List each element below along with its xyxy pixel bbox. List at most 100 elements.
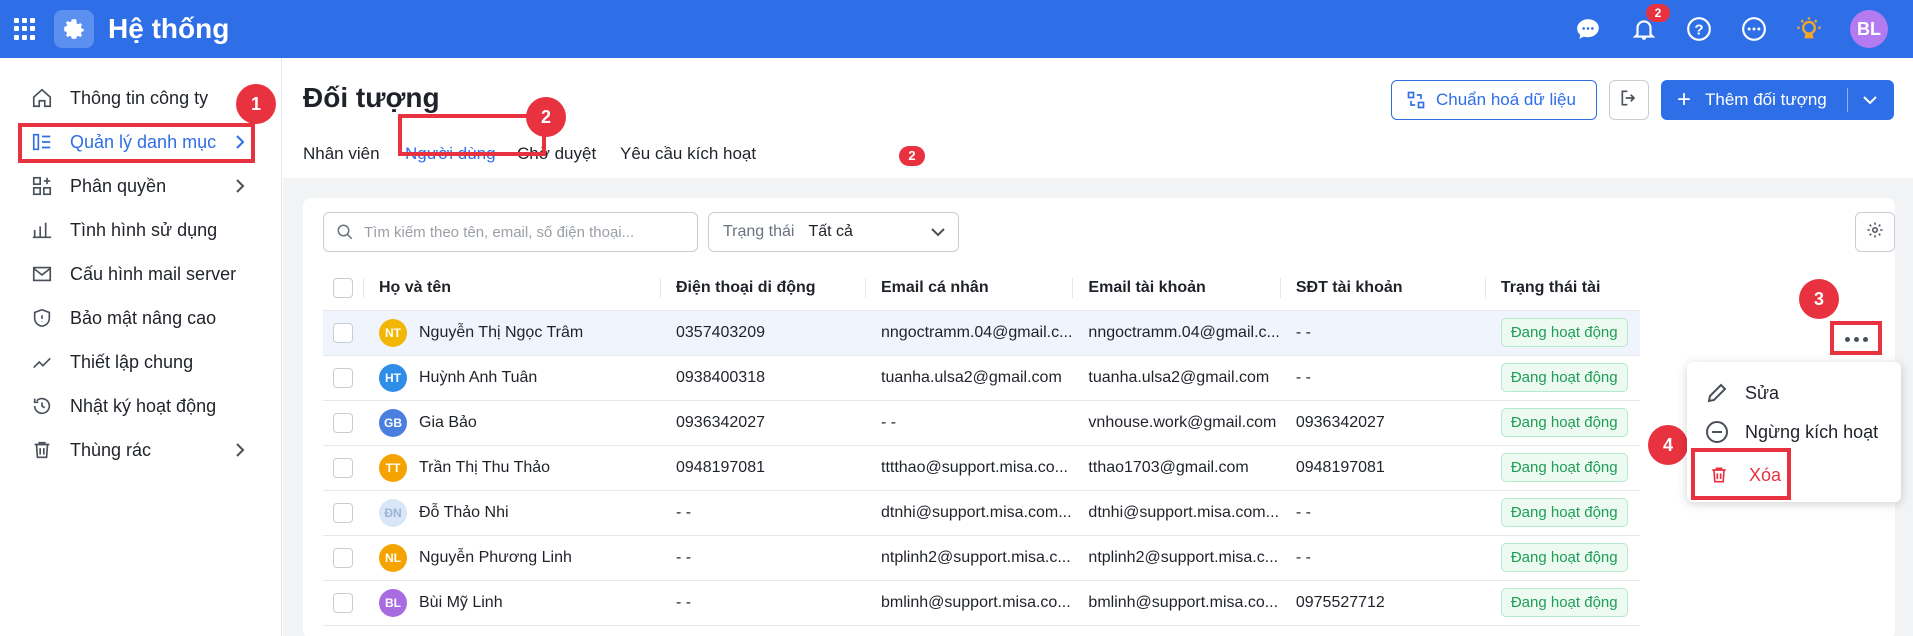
table-row[interactable]: ĐN Đỗ Thảo Nhi - - dtnhi@support.misa.com..… (323, 490, 1640, 536)
column-header-account-phone: SĐT tài khoản (1279, 266, 1485, 311)
svg-text:?: ? (1694, 21, 1703, 38)
user-avatar[interactable]: BL (1850, 10, 1888, 48)
personal-email-cell: dtnhi@support.misa.com... (865, 490, 1073, 536)
sidebar-item-usage[interactable]: Tình hình sử dụng (18, 212, 258, 248)
sidebar-item-trash[interactable]: Thùng rác (18, 432, 258, 468)
logout-icon (1619, 88, 1639, 113)
chevron-down-icon (930, 225, 946, 244)
sidebar-item-mail-server[interactable]: Cấu hình mail server (18, 256, 258, 292)
app-grid-icon[interactable] (14, 18, 36, 40)
tab-employees[interactable]: Nhân viên (303, 144, 380, 164)
account-phone-cell: 0948197081 (1279, 445, 1485, 491)
sidebar-item-security[interactable]: Bảo mật nâng cao (18, 300, 258, 336)
column-header-name: Họ và tên (363, 266, 660, 311)
highlight-box-delete (1691, 448, 1791, 500)
personal-email-cell: nngoctramm.04@gmail.c... (865, 310, 1073, 356)
sidebar-item-activity-log[interactable]: Nhật ký hoạt động (18, 388, 258, 424)
mobile-cell: - - (660, 580, 865, 626)
search-input[interactable]: Tìm kiếm theo tên, email, số điện thoại.… (323, 212, 698, 252)
mobile-cell: 0938400318 (660, 355, 865, 401)
sidebar-item-permission[interactable]: Phân quyền (18, 168, 258, 204)
row-checkbox[interactable] (333, 457, 353, 478)
account-email-cell: tthao1703@gmail.com (1072, 445, 1280, 491)
sidebar-item-label: Phân quyền (70, 175, 167, 196)
sidebar-item-company-info[interactable]: Thông tin công ty (18, 80, 258, 116)
row-checkbox[interactable] (333, 592, 353, 613)
row-checkbox[interactable] (333, 502, 353, 523)
table-row[interactable]: BL Bùi Mỹ Linh - - bmlinh@support.misa.co..… (323, 580, 1640, 626)
account-email-cell: bmlinh@support.misa.co... (1072, 580, 1280, 626)
name-cell: HT Huỳnh Anh Tuân (363, 355, 660, 401)
status-badge: Đang hoạt động (1500, 408, 1628, 437)
sidebar-item-label: Tình hình sử dụng (70, 219, 218, 240)
account-phone-cell: - - (1279, 535, 1485, 581)
select-all-checkbox[interactable] (333, 277, 353, 298)
chat-icon[interactable] (1574, 15, 1602, 43)
table-row[interactable]: TT Trần Thị Thu Thảo 0948197081 tttthao@sup… (323, 445, 1640, 491)
tab-activation-requests[interactable]: Yêu cầu kích hoạt (620, 144, 756, 164)
notification-badge: 2 (1646, 4, 1670, 22)
avatar: GB (379, 408, 407, 437)
shield-icon (30, 306, 54, 330)
idea-icon[interactable] (1795, 15, 1823, 43)
normalize-data-button[interactable]: Chuẩn hoá dữ liệu (1391, 80, 1597, 120)
sidebar-item-label: Thông tin công ty (70, 87, 209, 108)
menu-item-edit[interactable]: Sửa (1705, 378, 1779, 408)
user-name: Nguyễn Thị Ngọc Trâm (419, 323, 584, 341)
personal-email-cell: bmlinh@support.misa.co... (865, 580, 1073, 626)
table-row[interactable]: HT Huỳnh Anh Tuân 0938400318 tuanha.ulsa2@g… (323, 355, 1640, 401)
column-header-status: Trạng thái tài (1484, 266, 1640, 311)
row-select-cell (323, 310, 363, 356)
step-marker-4: 4 (1648, 425, 1688, 465)
table-row[interactable]: NT Nguyễn Thị Ngọc Trâm 0357403209 nngoctra… (323, 310, 1640, 356)
table-settings-button[interactable] (1855, 212, 1895, 252)
select-all-header (323, 266, 363, 311)
exit-button[interactable] (1609, 80, 1649, 120)
activation-requests-badge: 2 (899, 146, 925, 166)
name-cell: ĐN Đỗ Thảo Nhi (363, 490, 660, 536)
user-name: Huỳnh Anh Tuân (419, 368, 538, 386)
table-row[interactable]: NL Nguyễn Phương Linh - - ntplinh2@support.… (323, 535, 1640, 581)
account-email-cell: ntplinh2@support.misa.c... (1072, 535, 1280, 581)
sidebar-item-general-settings[interactable]: Thiết lập chung (18, 344, 258, 380)
row-checkbox[interactable] (333, 412, 353, 433)
row-select-cell (323, 400, 363, 446)
status-cell: Đang hoạt động (1484, 355, 1640, 401)
sidebar-item-label: Cấu hình mail server (70, 263, 237, 284)
status-cell: Đang hoạt động (1484, 580, 1640, 626)
status-cell: Đang hoạt động (1484, 490, 1640, 536)
account-email-cell: dtnhi@support.misa.com... (1072, 490, 1280, 536)
menu-item-label: Sửa (1745, 382, 1780, 403)
help-icon[interactable]: ? (1685, 15, 1713, 43)
chevron-down-icon[interactable] (1861, 92, 1879, 113)
status-cell: Đang hoạt động (1484, 445, 1640, 491)
status-badge: Đang hoạt động (1500, 453, 1628, 482)
row-checkbox[interactable] (333, 547, 353, 568)
mail-icon (30, 262, 54, 286)
account-phone-cell: 0936342027 (1279, 400, 1485, 446)
status-badge: Đang hoạt động (1500, 588, 1628, 617)
account-phone-cell: - - (1279, 490, 1485, 536)
menu-item-deactivate[interactable]: Ngừng kích hoạt (1705, 417, 1878, 447)
row-select-cell (323, 535, 363, 581)
usage-chart-icon (30, 218, 54, 242)
user-name: Gia Bảo (419, 413, 477, 431)
more-dots-icon (1843, 329, 1870, 347)
sidebar-item-label: Nhật ký hoạt động (70, 395, 217, 416)
column-header-mobile: Điện thoại di động (660, 266, 865, 311)
more-circle-icon[interactable] (1740, 15, 1768, 43)
row-checkbox[interactable] (333, 322, 353, 343)
status-filter-select[interactable]: Trạng thái Tất cả (708, 212, 959, 252)
row-checkbox[interactable] (333, 367, 353, 388)
status-cell: Đang hoạt động (1484, 310, 1640, 356)
step-marker-3: 3 (1799, 279, 1839, 319)
name-cell: BL Bùi Mỹ Linh (363, 580, 660, 626)
account-phone-cell: - - (1279, 310, 1485, 356)
account-email-cell: tuanha.ulsa2@gmail.com (1072, 355, 1280, 401)
minus-circle-icon (1705, 420, 1731, 444)
table-row[interactable]: GB Gia Bảo 0936342027- - vnhouse.work@gmail… (323, 400, 1640, 446)
row-more-button[interactable] (1830, 321, 1882, 355)
user-name: Bùi Mỹ Linh (419, 593, 503, 611)
search-placeholder: Tìm kiếm theo tên, email, số điện thoại.… (364, 223, 635, 241)
add-object-button[interactable]: + Thêm đối tượng (1661, 80, 1894, 120)
